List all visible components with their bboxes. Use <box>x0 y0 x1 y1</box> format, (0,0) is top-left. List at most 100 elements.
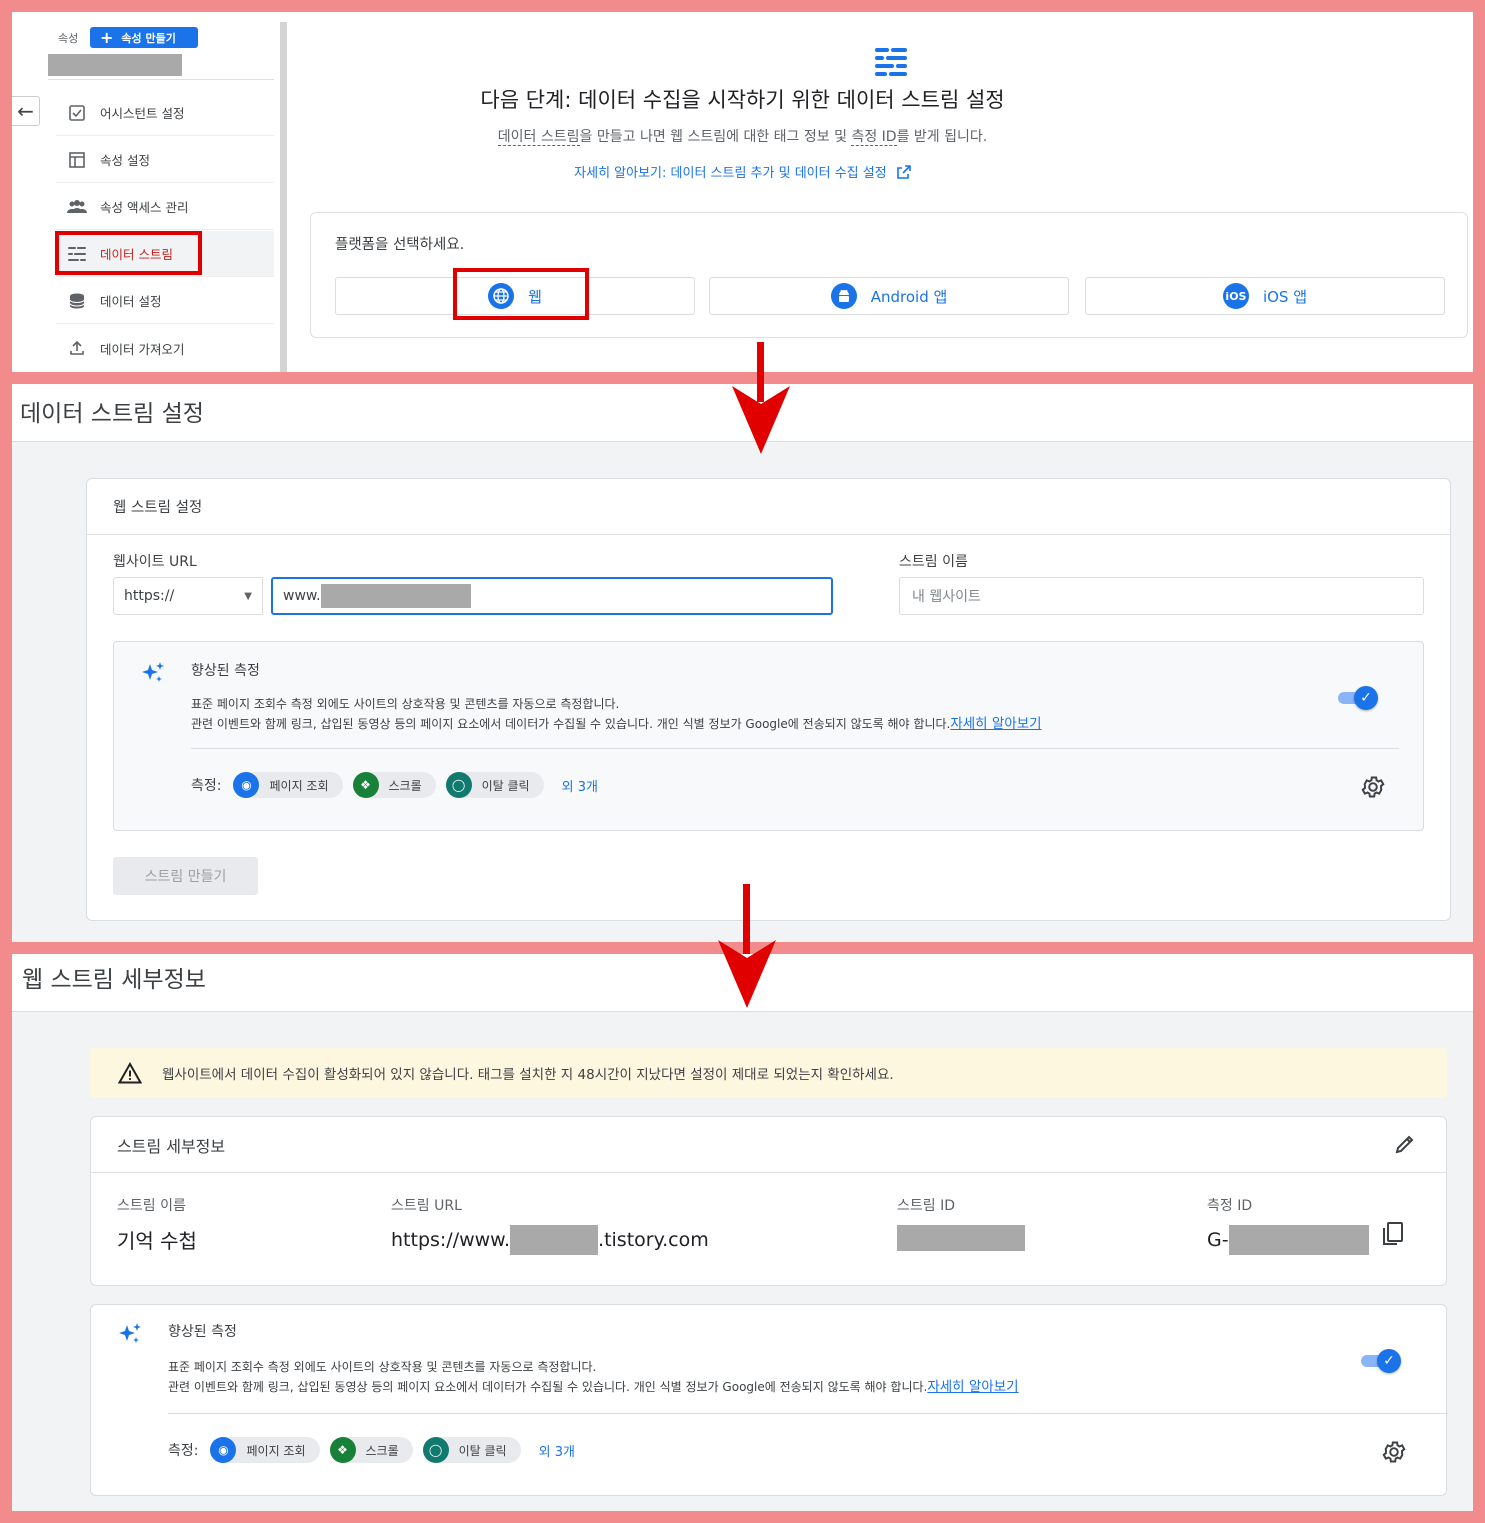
measurement-chips: 측정: ◉ 페이지 조회 ❖ 스크롤 ◯ 이탈 클릭 외 3개 <box>168 1437 575 1463</box>
more-measurements-link[interactable]: 외 3개 <box>539 1441 575 1460</box>
learn-more-text[interactable]: 자세히 알아보기: 데이터 스트림 추가 및 데이터 수집 설정 <box>574 166 887 181</box>
web-stream-setup-panel: 데이터 스트림 설정 웹 스트림 설정 웹사이트 URL https:// ▼ … <box>12 384 1473 942</box>
enhanced-desc-line2: 관련 이벤트와 함께 링크, 삽입된 동영상 등의 페이지 요소에서 데이터가 … <box>191 714 1291 734</box>
scroll-icon: ❖ <box>329 1437 356 1463</box>
stream-url-suffix: .tistory.com <box>598 1229 709 1251</box>
edit-pencil-icon[interactable] <box>1394 1133 1416 1155</box>
ios-icon: iOS <box>1222 283 1249 309</box>
stream-name-value: 기억 수첩 <box>117 1229 197 1253</box>
page-headline: 다음 단계: 데이터 수집을 시작하기 위한 데이터 스트림 설정 <box>480 88 1005 112</box>
chip-outbound-click[interactable]: ◯ 이탈 클릭 <box>445 772 544 798</box>
enhanced-measurement-toggle[interactable]: ✓ <box>1361 1349 1401 1373</box>
platform-label: iOS 앱 <box>1262 287 1308 306</box>
more-measurements-link[interactable]: 외 3개 <box>562 776 598 795</box>
subline-text-a: 을 만들고 나면 웹 스트림에 대한 태그 정보 및 <box>579 129 852 145</box>
upload-icon <box>66 337 88 359</box>
measurement-id-value: G- <box>1207 1225 1369 1255</box>
sidebar-item-data-import[interactable]: 데이터 가져오기 <box>56 325 274 371</box>
web-stream-card: 웹 스트림 설정 웹사이트 URL https:// ▼ www. 스트림 이름… <box>86 478 1451 921</box>
stream-id-label: 스트림 ID <box>897 1198 955 1214</box>
plus-icon: + <box>100 27 114 47</box>
external-link-icon <box>897 165 911 179</box>
sidebar-item-label: 데이터 설정 <box>100 294 162 309</box>
enhanced-description: 표준 페이지 조회수 측정 외에도 사이트의 상호작용 및 콘텐츠를 자동으로 … <box>168 1357 1268 1397</box>
enhanced-desc-line2-text: 관련 이벤트와 함께 링크, 삽입된 동영상 등의 페이지 요소에서 데이터가 … <box>168 1380 928 1394</box>
enhanced-measurement-section: 향상된 측정 표준 페이지 조회수 측정 외에도 사이트의 상호작용 및 콘텐츠… <box>113 641 1424 831</box>
enhanced-desc-line2-text: 관련 이벤트와 함께 링크, 삽입된 동영상 등의 페이지 요소에서 데이터가 … <box>191 717 951 731</box>
property-label: 속성 <box>58 32 79 45</box>
protocol-value: https:// <box>124 588 175 604</box>
check-icon: ✓ <box>1354 686 1378 710</box>
redacted-block <box>320 584 471 608</box>
measurement-id-term[interactable]: 측정 ID <box>851 129 897 146</box>
android-icon <box>830 283 857 309</box>
platform-prompt: 플랫폼을 선택하세요. <box>335 237 465 253</box>
enhanced-title: 향상된 측정 <box>168 1324 237 1340</box>
chip-label: 스크롤 <box>365 1443 399 1458</box>
page-title: 데이터 스트림 설정 <box>20 401 204 427</box>
platform-android-button[interactable]: Android 앱 <box>709 277 1069 315</box>
enhanced-measurement-toggle[interactable]: ✓ <box>1338 686 1378 710</box>
stream-name-label: 스트림 이름 <box>117 1198 186 1214</box>
create-property-button[interactable]: + 속성 만들기 <box>90 27 198 48</box>
chip-page-view[interactable]: ◉ 페이지 조회 <box>210 1437 320 1463</box>
enhanced-desc-line2: 관련 이벤트와 함께 링크, 삽입된 동영상 등의 페이지 요소에서 데이터가 … <box>168 1377 1268 1397</box>
eye-icon: ◉ <box>233 772 260 798</box>
sidebar-scrollbar[interactable] <box>280 22 287 372</box>
chip-label: 이탈 클릭 <box>458 1443 507 1458</box>
website-url-label: 웹사이트 URL <box>113 554 197 570</box>
measurement-chips: 측정: ◉ 페이지 조회 ❖ 스크롤 ◯ 이탈 클릭 외 3개 <box>191 772 598 798</box>
platform-ios-button[interactable]: iOS iOS 앱 <box>1085 277 1445 315</box>
measurement-id-prefix: G- <box>1207 1229 1229 1251</box>
admin-sidebar: 속성 + 속성 만들기 ← 어시스턴트 설정 속성 설정 속성 액세스 관리 데… <box>12 12 288 372</box>
sidebar-item-access[interactable]: 속성 액세스 관리 <box>56 184 274 230</box>
sidebar-item-label: 데이터 가져오기 <box>100 341 185 357</box>
redacted-block <box>897 1225 1025 1251</box>
measurement-id-label: 측정 ID <box>1207 1198 1253 1214</box>
measure-label: 측정: <box>191 778 222 794</box>
highlight-box-web <box>453 268 589 320</box>
create-property-label: 속성 만들기 <box>121 31 176 45</box>
chip-scroll[interactable]: ❖ 스크롤 <box>352 772 436 798</box>
data-stream-term[interactable]: 데이터 스트림 <box>497 129 580 146</box>
stream-name-input[interactable]: 내 웹사이트 <box>899 577 1424 615</box>
check-icon: ✓ <box>1377 1349 1401 1373</box>
create-stream-button[interactable]: 스트림 만들기 <box>113 857 258 895</box>
protocol-select[interactable]: https:// ▼ <box>113 577 263 615</box>
data-streams-icon <box>875 48 907 76</box>
stream-details-card: 스트림 세부정보 스트림 이름 기억 수첩 스트림 URL https://ww… <box>90 1116 1447 1286</box>
redacted-block <box>1228 1225 1369 1255</box>
people-icon <box>66 196 88 218</box>
sidebar-item-label: 속성 액세스 관리 <box>100 200 189 215</box>
copy-icon[interactable] <box>1381 1221 1405 1247</box>
chip-outbound-click[interactable]: ◯ 이탈 클릭 <box>422 1437 521 1463</box>
chip-scroll[interactable]: ❖ 스크롤 <box>329 1437 413 1463</box>
sparkle-icon <box>142 662 164 682</box>
stream-id-value <box>897 1225 1025 1256</box>
chip-label: 페이지 조회 <box>246 1443 306 1458</box>
chip-label: 페이지 조회 <box>269 778 329 793</box>
chip-page-view[interactable]: ◉ 페이지 조회 <box>233 772 343 798</box>
detail-stream-url: 스트림 URL https://www. .tistory.com <box>391 1195 709 1255</box>
redacted-block <box>510 1225 599 1255</box>
enhanced-description: 표준 페이지 조회수 측정 외에도 사이트의 상호작용 및 콘텐츠를 자동으로 … <box>191 694 1291 734</box>
down-arrow-icon <box>732 342 790 454</box>
gear-icon[interactable] <box>1381 1439 1407 1465</box>
card-title: 웹 스트림 설정 <box>87 479 1450 535</box>
enhanced-measurement-card: 향상된 측정 표준 페이지 조회수 측정 외에도 사이트의 상호작용 및 콘텐츠… <box>90 1304 1448 1496</box>
gear-icon[interactable] <box>1360 774 1386 800</box>
learn-more-link[interactable]: 자세히 알아보기 <box>927 1379 1018 1395</box>
detail-stream-name: 스트림 이름 기억 수첩 <box>117 1195 197 1254</box>
learn-more-link[interactable]: 자세히 알아보기 <box>950 716 1041 732</box>
property-selector-redacted[interactable] <box>48 54 182 76</box>
stream-url-prefix: https://www. <box>391 1229 511 1251</box>
sidebar-item-data-settings[interactable]: 데이터 설정 <box>56 278 274 324</box>
mouse-icon: ◯ <box>422 1437 449 1463</box>
stream-url-value: https://www. .tistory.com <box>391 1225 709 1255</box>
stream-name-label: 스트림 이름 <box>899 554 968 570</box>
learn-more-link[interactable]: 자세히 알아보기: 데이터 스트림 추가 및 데이터 수집 설정 <box>12 162 1473 181</box>
down-arrow-icon <box>718 884 776 1008</box>
warning-icon <box>118 1062 142 1084</box>
website-url-input[interactable]: www. <box>271 577 833 615</box>
chip-label: 스크롤 <box>388 778 422 793</box>
